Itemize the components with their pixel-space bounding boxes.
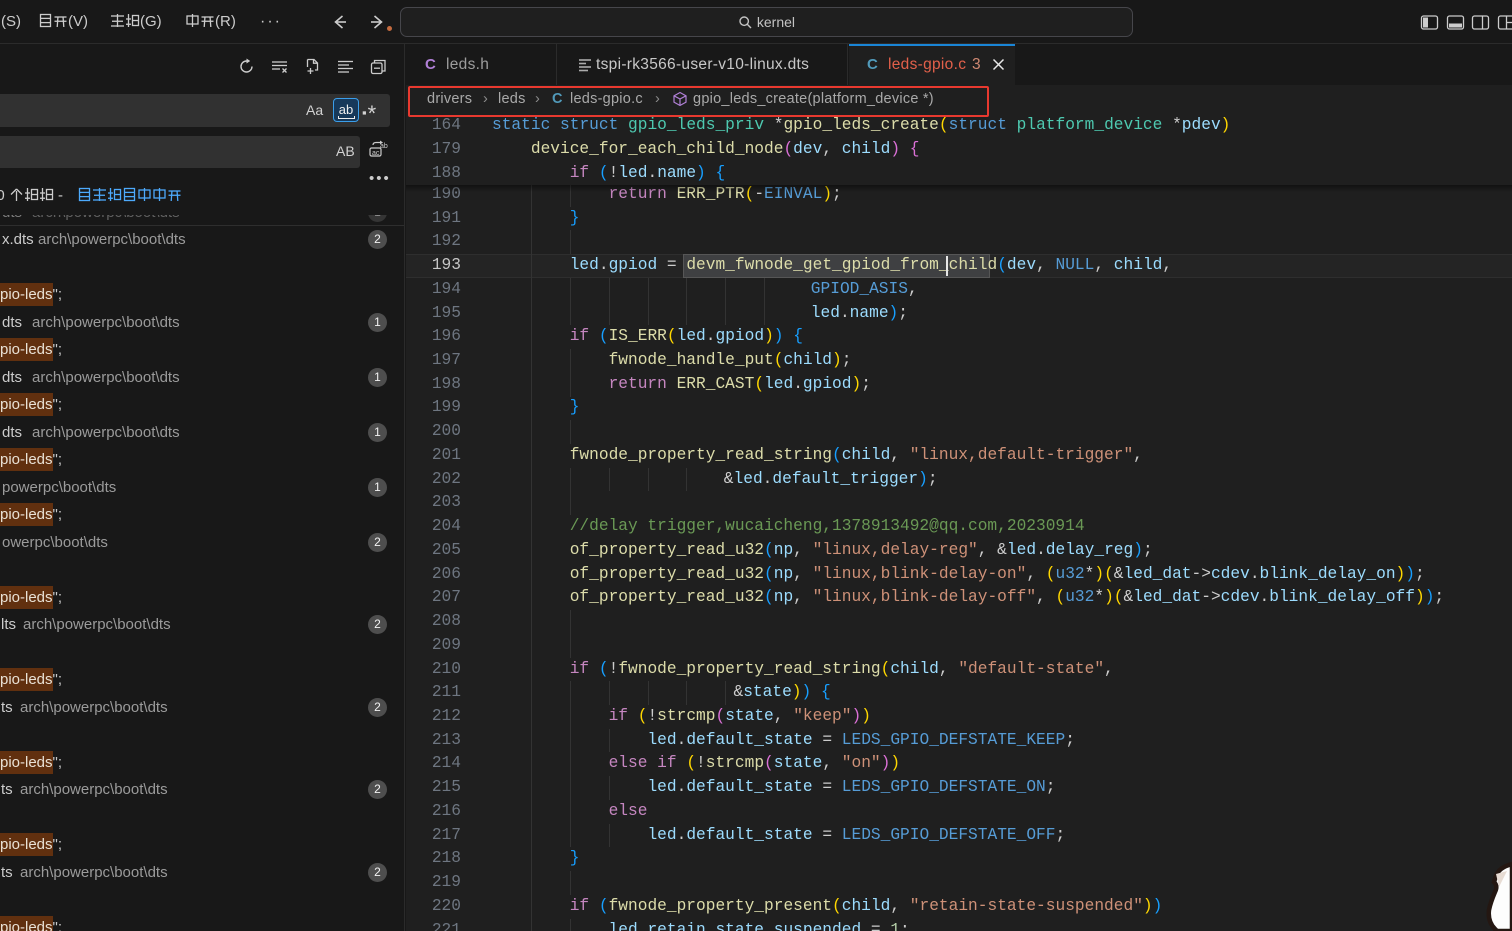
svg-text:ab: ab [380, 143, 388, 150]
svg-text:ac: ac [372, 150, 380, 157]
